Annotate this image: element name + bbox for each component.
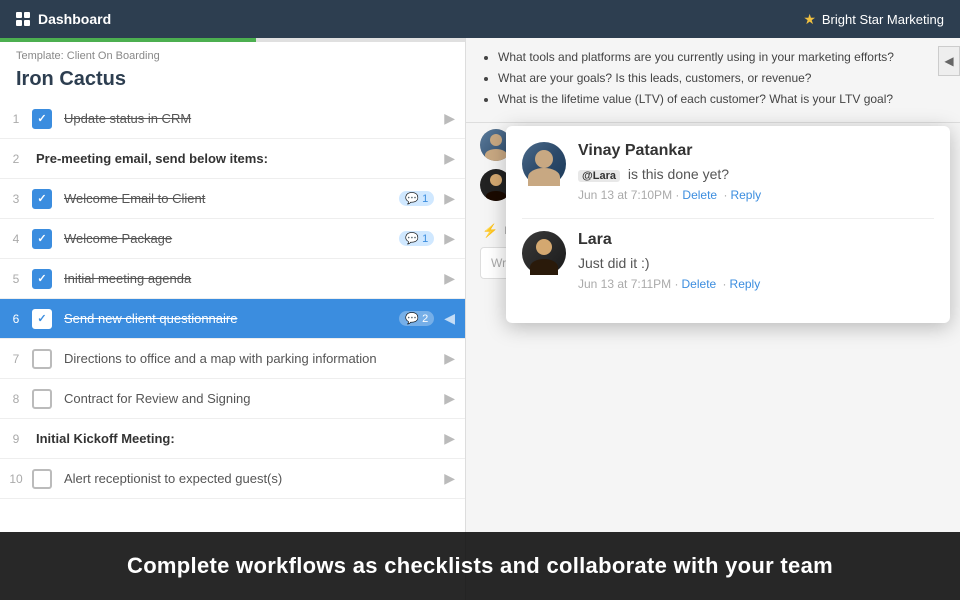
popup-date-2: Jun 13 at 7:11PM — [578, 277, 671, 291]
task-row[interactable]: 5 Initial meeting agenda▶ — [0, 259, 465, 299]
task-checkbox[interactable] — [32, 469, 52, 489]
brand-label: ★ Bright Star Marketing — [803, 11, 944, 28]
dashboard-label: Dashboard — [38, 11, 111, 27]
dashboard-grid-icon — [16, 12, 30, 26]
task-badge: 💬 1 — [399, 231, 434, 246]
dashboard-logo[interactable]: Dashboard — [16, 11, 111, 27]
task-number: 1 — [0, 102, 32, 136]
task-row[interactable]: 2Pre-meeting email, send below items:▶ — [0, 139, 465, 179]
task-badge: 💬 1 — [399, 191, 434, 206]
task-row[interactable]: 4 Welcome Package💬 1 ▶ — [0, 219, 465, 259]
task-badge: 💬 2 — [399, 311, 434, 326]
task-number: 5 — [0, 262, 32, 296]
at-mention-lara: @Lara — [578, 170, 620, 182]
task-number: 4 — [0, 222, 32, 256]
task-label: Initial meeting agenda — [60, 261, 440, 296]
task-arrow-icon[interactable]: ▶ — [444, 110, 455, 127]
task-checkbox[interactable] — [32, 309, 52, 329]
task-checkbox[interactable] — [32, 389, 52, 409]
progress-bar-container — [0, 38, 465, 42]
popup-comment-1: Vinay Patankar @Lara is this done yet? J… — [522, 142, 934, 202]
task-arrow-icon[interactable]: ◀ — [444, 310, 455, 327]
task-label: Update status in CRM — [60, 101, 440, 136]
task-row[interactable]: 7 Directions to office and a map with par… — [0, 339, 465, 379]
task-row[interactable]: 1 Update status in CRM▶ — [0, 99, 465, 139]
task-row[interactable]: 8 Contract for Review and Signing▶ — [0, 379, 465, 419]
avatar-vinay — [522, 142, 566, 186]
popup-author-1: Vinay Patankar — [578, 142, 934, 160]
task-checkbox[interactable] — [32, 349, 52, 369]
task-arrow-icon[interactable]: ▶ — [444, 390, 455, 407]
task-arrow-icon[interactable]: ▶ — [444, 430, 455, 447]
popup-text-1: @Lara is this done yet? — [578, 166, 934, 182]
project-title: Iron Cactus — [0, 64, 465, 99]
task-label: Contract for Review and Signing — [60, 381, 440, 416]
bottom-banner-text: Complete workflows as checklists and col… — [127, 553, 833, 579]
task-arrow-icon[interactable]: ▶ — [444, 230, 455, 247]
popup-delete-1[interactable]: Delete — [682, 188, 717, 202]
task-number: 9 — [0, 422, 32, 456]
question-item: What are your goals? Is this leads, cust… — [498, 69, 946, 88]
questionnaire-content: What tools and platforms are you current… — [466, 38, 960, 122]
task-arrow-icon[interactable]: ▶ — [444, 150, 455, 167]
comment-popup-card: Vinay Patankar @Lara is this done yet? J… — [506, 126, 950, 323]
question-item: What is the lifetime value (LTV) of each… — [498, 90, 946, 109]
task-label: Alert receptionist to expected guest(s) — [60, 461, 440, 496]
popup-date-1: Jun 13 at 7:10PM — [578, 188, 672, 202]
question-list: What tools and platforms are you current… — [480, 48, 946, 110]
template-label: Template: Client On Boarding — [0, 42, 465, 64]
task-label: Pre-meeting email, send below items: — [32, 141, 440, 176]
task-checkbox[interactable] — [32, 229, 52, 249]
lightning-icon: ⚡ — [482, 223, 498, 239]
task-arrow-icon[interactable]: ▶ — [444, 270, 455, 287]
popup-text-2: Just did it :) — [578, 255, 934, 271]
task-number: 6 — [0, 302, 32, 336]
task-number: 8 — [0, 382, 32, 416]
task-arrow-icon[interactable]: ▶ — [444, 350, 455, 367]
popup-comment-2: Lara Just did it :) Jun 13 at 7:11PM ·De… — [522, 231, 934, 291]
task-checkbox[interactable] — [32, 189, 52, 209]
task-row[interactable]: 6 Send new client questionnaire💬 2 ◀ — [0, 299, 465, 339]
task-checkbox[interactable] — [32, 109, 52, 129]
task-number: 3 — [0, 182, 32, 216]
popup-comment-1-content: Vinay Patankar @Lara is this done yet? J… — [578, 142, 934, 202]
task-list: 1Update status in CRM▶2Pre-meeting email… — [0, 99, 465, 571]
task-row[interactable]: 9Initial Kickoff Meeting:▶ — [0, 419, 465, 459]
progress-bar-fill — [0, 38, 256, 42]
popup-meta-2: Jun 13 at 7:11PM ·Delete ·Reply — [578, 277, 934, 291]
task-label: Welcome Email to Client — [60, 181, 399, 216]
popup-text-rest-1: is this done yet? — [628, 166, 729, 182]
scroll-right-button[interactable]: ◀ — [938, 46, 960, 76]
task-label: Welcome Package — [60, 221, 399, 256]
task-label: Initial Kickoff Meeting: — [32, 421, 440, 456]
left-panel: Template: Client On Boarding Iron Cactus… — [0, 38, 466, 600]
star-icon: ★ — [803, 11, 816, 28]
popup-divider — [522, 218, 934, 219]
popup-reply-2[interactable]: Reply — [730, 277, 761, 291]
task-arrow-icon[interactable]: ▶ — [444, 470, 455, 487]
task-row[interactable]: 10 Alert receptionist to expected guest(s… — [0, 459, 465, 499]
task-label: Send new client questionnaire — [60, 301, 399, 336]
popup-comment-2-content: Lara Just did it :) Jun 13 at 7:11PM ·De… — [578, 231, 934, 291]
brand-name: Bright Star Marketing — [822, 12, 944, 27]
task-checkbox[interactable] — [32, 269, 52, 289]
task-arrow-icon[interactable]: ▶ — [444, 190, 455, 207]
popup-meta-1: Jun 13 at 7:10PM ·Delete ·Reply — [578, 188, 934, 202]
question-item: What tools and platforms are you current… — [498, 48, 946, 67]
bottom-banner: Complete workflows as checklists and col… — [0, 532, 960, 600]
app-header: Dashboard ★ Bright Star Marketing — [0, 0, 960, 38]
task-row[interactable]: 3 Welcome Email to Client💬 1 ▶ — [0, 179, 465, 219]
task-number: 7 — [0, 342, 32, 376]
popup-author-2: Lara — [578, 231, 934, 249]
task-label: Directions to office and a map with park… — [60, 341, 440, 376]
task-number: 2 — [0, 142, 32, 176]
avatar-lara — [522, 231, 566, 275]
popup-reply-1[interactable]: Reply — [730, 188, 761, 202]
popup-delete-2[interactable]: Delete — [682, 277, 717, 291]
task-number: 10 — [0, 462, 32, 496]
